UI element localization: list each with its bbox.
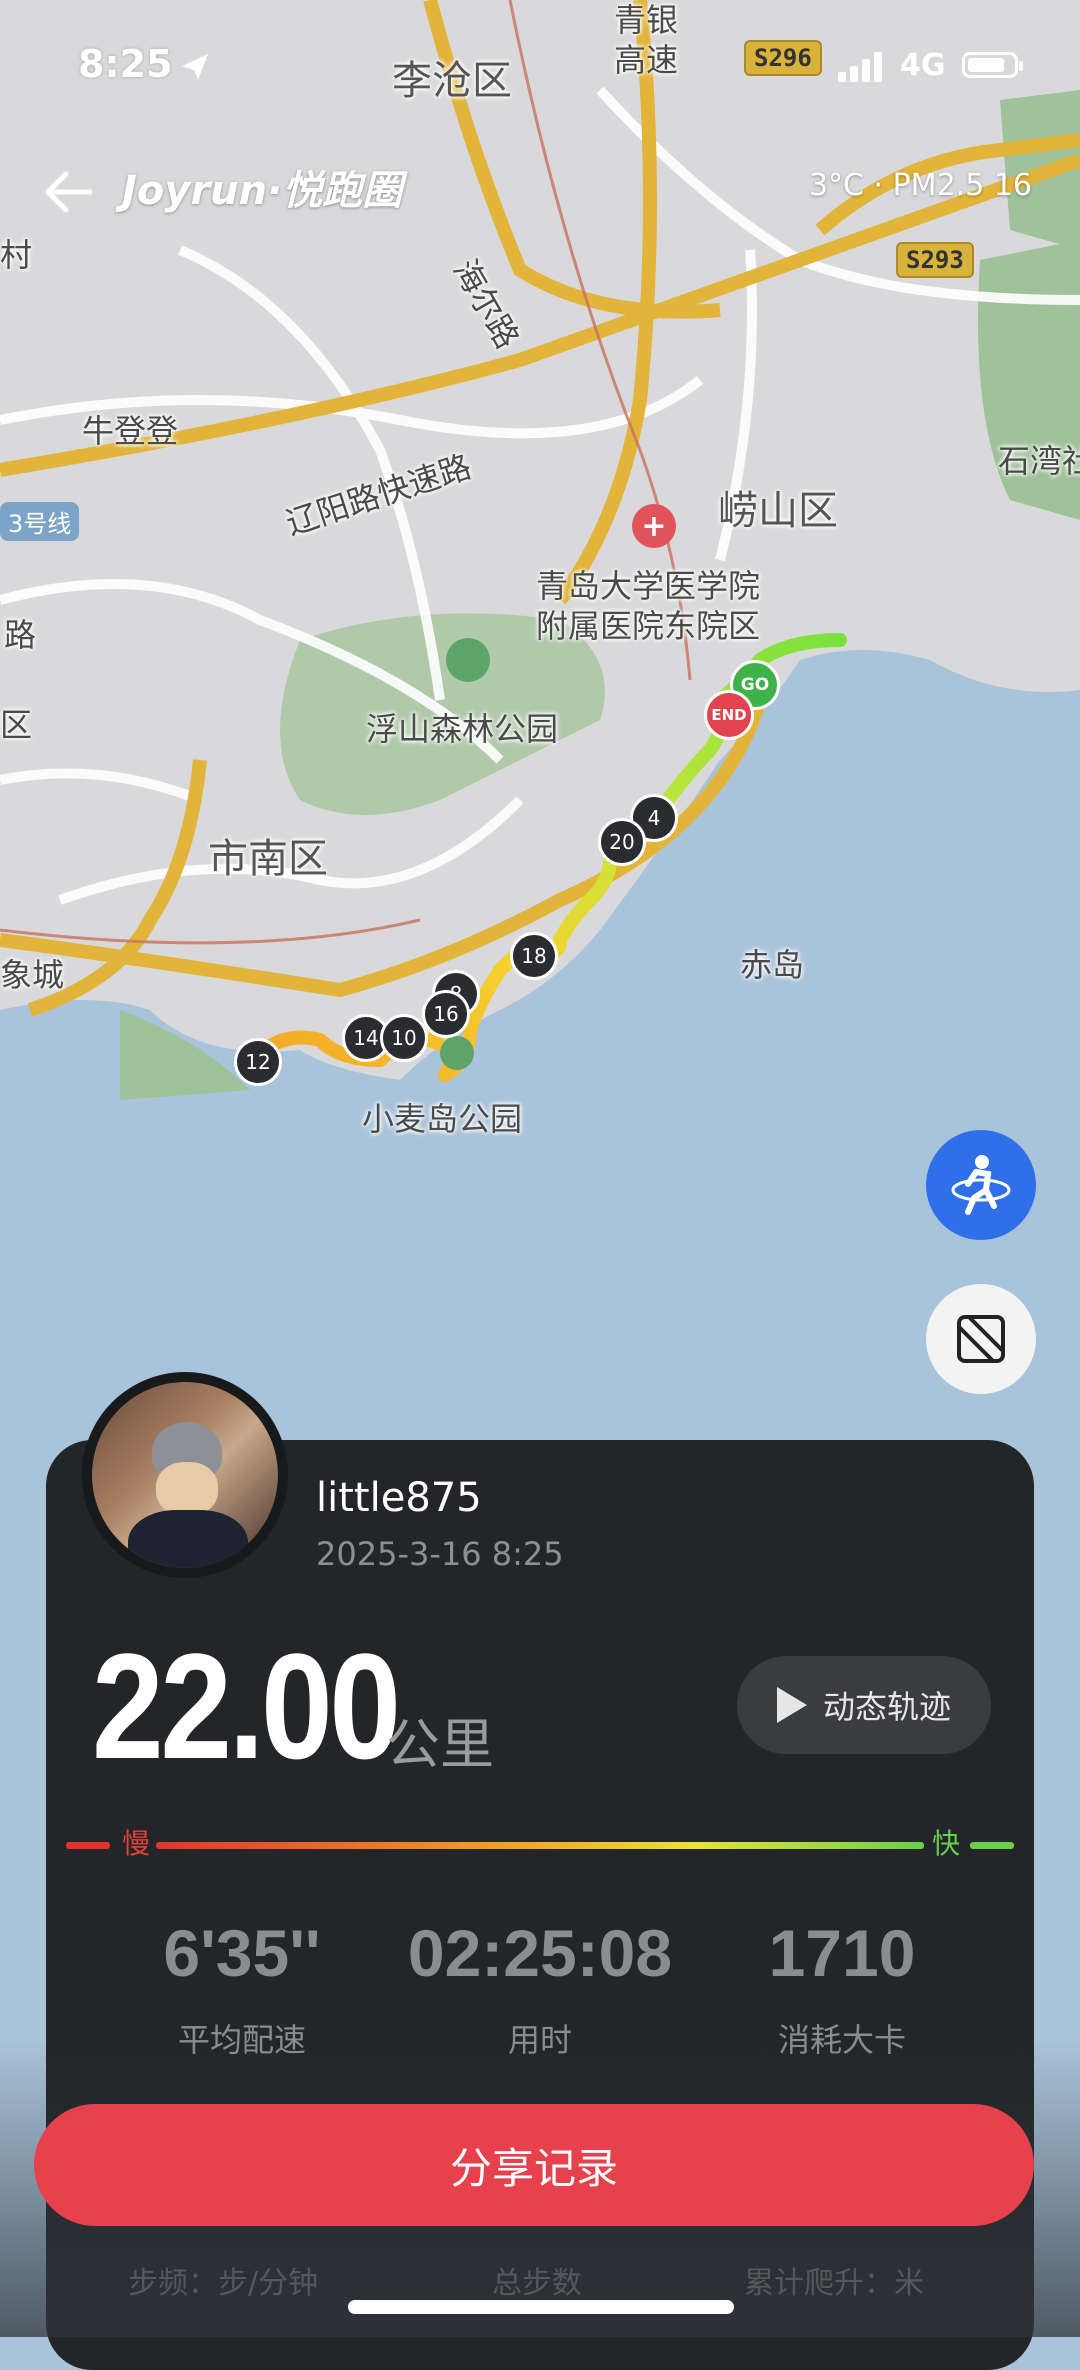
top-header: Joyrun·悦跑圈 3°C · PM2.5 16: [0, 150, 1080, 230]
map-label-shinan: 市南区: [208, 836, 328, 882]
km-marker: 18: [510, 932, 558, 980]
map-label-qu: 区: [0, 706, 33, 744]
map-label-fushan: 浮山森林公园: [366, 710, 559, 748]
stat-total-steps: 总步数: [492, 2266, 582, 2301]
map-label-chidao: 赤岛: [740, 946, 805, 984]
map-label-lu: 路: [4, 616, 37, 654]
dynamic-track-label: 动态轨迹: [822, 1688, 951, 1726]
route-end-marker: END: [704, 690, 754, 740]
park-icon: [446, 638, 490, 682]
dynamic-track-button[interactable]: 动态轨迹: [737, 1656, 991, 1754]
map-label-xiangcheng: 象城: [0, 956, 65, 994]
speed-legend-bar: [66, 1842, 1014, 1849]
home-indicator[interactable]: [348, 2300, 734, 2314]
avatar[interactable]: [82, 1372, 288, 1578]
stat-elevation: 累计爬升：米: [744, 2266, 924, 2301]
map-mode-button[interactable]: [926, 1284, 1036, 1394]
park-icon-small: [440, 1036, 474, 1070]
map-label-shiwan: 石湾社: [998, 442, 1080, 480]
app-brand: Joyrun·悦跑圈: [122, 168, 403, 214]
avatar-photo: [92, 1382, 278, 1568]
weather-info: 3°C · PM2.5 16: [808, 168, 1032, 203]
play-icon: [776, 1687, 807, 1723]
status-bar: 8:25 4G: [0, 0, 1080, 130]
runner-view-button[interactable]: [926, 1130, 1036, 1240]
km-marker: 12: [234, 1038, 282, 1086]
speed-slow-label: 慢: [122, 1827, 151, 1860]
hospital-icon: +: [632, 504, 676, 548]
location-arrow-icon: [182, 54, 208, 80]
km-marker: 16: [422, 990, 470, 1038]
km-marker: 20: [598, 818, 646, 866]
stat-cadence: 步频：步/分钟: [128, 2266, 319, 2301]
stat-value: 1710: [768, 1916, 916, 1990]
map-label-xiaomaidao: 小麦岛公园: [362, 1100, 523, 1138]
share-record-button[interactable]: 分享记录: [34, 2104, 1034, 2226]
map-label-laoshan: 崂山区: [718, 488, 838, 534]
distance-value: 22.00: [92, 1622, 401, 1790]
distance-unit: 公里: [386, 1713, 494, 1776]
km-marker: 10: [380, 1014, 428, 1062]
metro-line-badge: 3号线: [0, 502, 80, 541]
network-type: 4G: [900, 48, 946, 83]
stat-value: 02:25:08: [407, 1916, 673, 1990]
record-datetime: 2025-3-16 8:25: [316, 1535, 564, 1573]
road-badge-s293: S293: [896, 242, 974, 278]
map-label-cun: 村: [0, 236, 33, 274]
runner-icon: [951, 1155, 1011, 1215]
speed-fast-label: 快: [932, 1827, 961, 1860]
map-mode-icon: [957, 1315, 1005, 1363]
map-label-hospital: 青岛大学医学院 附属医院东院区: [536, 567, 761, 645]
status-time: 8:25: [78, 42, 173, 86]
username: little875: [316, 1475, 482, 1521]
signal-icon: [838, 52, 882, 82]
battery-icon: [962, 52, 1023, 78]
map-label-niudeng: 牛登登: [82, 412, 179, 450]
back-arrow-icon[interactable]: [40, 162, 100, 222]
stat-value: 6'35'': [163, 1916, 321, 1990]
